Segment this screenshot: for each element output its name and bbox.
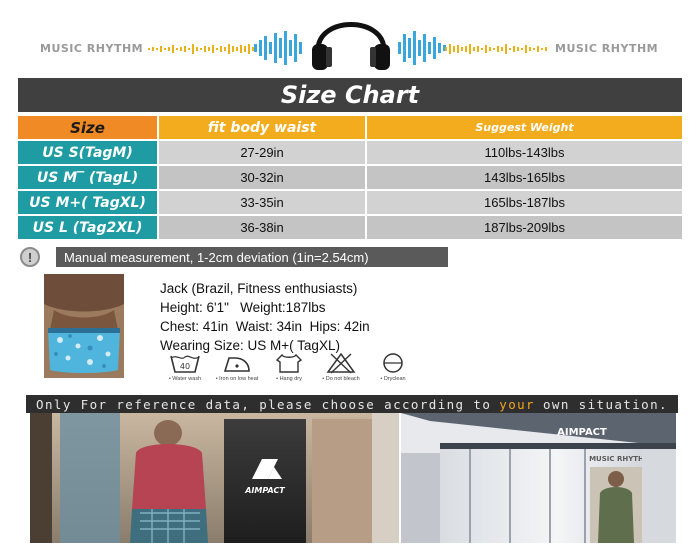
model-photo <box>44 274 124 378</box>
size-chart-title: Size Chart <box>18 78 682 112</box>
model-name: Jack (Brazil, Fitness enthusiasts) <box>160 281 358 296</box>
header-waist: fit body waist <box>157 116 365 139</box>
table-row: US M+( TagXL) 33-35in 165lbs-187lbs <box>18 191 682 214</box>
care-item: • Hang dry <box>269 352 309 382</box>
exclamation-icon: ! <box>20 247 40 267</box>
care-label: • Hang dry <box>276 376 302 382</box>
weight-cell: 110lbs-143lbs <box>365 141 682 164</box>
do-not-bleach-icon <box>326 352 356 374</box>
care-label: • Iron on low heat <box>215 376 259 382</box>
dryclean-icon <box>383 353 403 373</box>
reference-disclaimer: Only For reference data, please choose a… <box>26 395 678 413</box>
size-cell: US S(TagM) <box>18 141 157 164</box>
measurement-note: ! Manual measurement, 1-2cm deviation (1… <box>20 247 448 267</box>
table-header-row: Size fit body waist Suggest Weight <box>18 116 682 139</box>
table-row: US L (Tag2XL) 36-38in 187lbs-209lbs <box>18 216 682 239</box>
size-cell: US M+( TagXL) <box>18 191 157 214</box>
storefront-photo: AIMPACT AIMPACT MUSIC RHYTHM <box>30 413 676 543</box>
water-wash-40-icon: 40 <box>170 355 200 373</box>
reference-text-before: Only For reference data, please choose a… <box>36 396 492 412</box>
care-item: • Dryclean <box>373 352 413 382</box>
audio-wave-right <box>445 44 547 54</box>
care-label: • Water wash <box>168 376 202 382</box>
audio-wave-left <box>148 44 254 54</box>
weight-cell: 143lbs-165lbs <box>365 166 682 189</box>
brand-text-left: MUSIC RHYTHM <box>40 42 144 55</box>
waist-cell: 36-38in <box>157 216 365 239</box>
aimpact-text-left: AIMPACT <box>244 486 285 495</box>
model-info: Jack (Brazil, Fitness enthusiasts) Heigh… <box>160 279 370 355</box>
care-item: • Iron on low heat <box>215 352 259 382</box>
care-item: 40 • Water wash <box>165 352 205 382</box>
model-measurements: Chest: 41in Waist: 34in Hips: 42in <box>160 319 370 334</box>
aimpact-text-right: AIMPACT <box>557 427 607 438</box>
brand-banner: MUSIC RHYTHM MUSIC RHYTHM <box>0 0 700 80</box>
care-label: • Dryclean <box>380 376 406 382</box>
waist-cell: 27-29in <box>157 141 365 164</box>
hang-dry-icon <box>275 353 303 373</box>
reference-text-after: own situation. <box>542 396 668 412</box>
care-item: • Do not bleach <box>321 352 361 382</box>
measurement-note-text: Manual measurement, 1-2cm deviation (1in… <box>56 247 448 267</box>
weight-cell: 165lbs-187lbs <box>365 191 682 214</box>
table-row: US M‾ (TagL) 30-32in 143lbs-165lbs <box>18 166 682 189</box>
table-row: US S(TagM) 27-29in 110lbs-143lbs <box>18 141 682 164</box>
size-cell: US M‾ (TagL) <box>18 166 157 189</box>
waist-cell: 30-32in <box>157 166 365 189</box>
waist-cell: 33-35in <box>157 191 365 214</box>
svg-text:40: 40 <box>180 362 190 371</box>
brand-text-right: MUSIC RHYTHM <box>555 42 659 55</box>
reference-text-highlight: your <box>499 396 535 412</box>
iron-low-heat-icon <box>223 357 250 372</box>
care-label: • Do not bleach <box>322 376 360 382</box>
header-size: Size <box>18 116 157 139</box>
care-instructions: 40 • Water wash • Iron on low heat • Han… <box>165 352 413 382</box>
shop-sign: MUSIC RHYTHM <box>589 455 651 463</box>
model-height-weight: Height: 6'1" Weight:187lbs <box>160 300 326 315</box>
header-weight: Suggest Weight <box>365 116 682 139</box>
weight-cell: 187lbs-209lbs <box>365 216 682 239</box>
headphones-icon <box>312 22 390 70</box>
size-chart-table: Size fit body waist Suggest Weight US S(… <box>18 114 682 241</box>
size-cell: US L (Tag2XL) <box>18 216 157 239</box>
